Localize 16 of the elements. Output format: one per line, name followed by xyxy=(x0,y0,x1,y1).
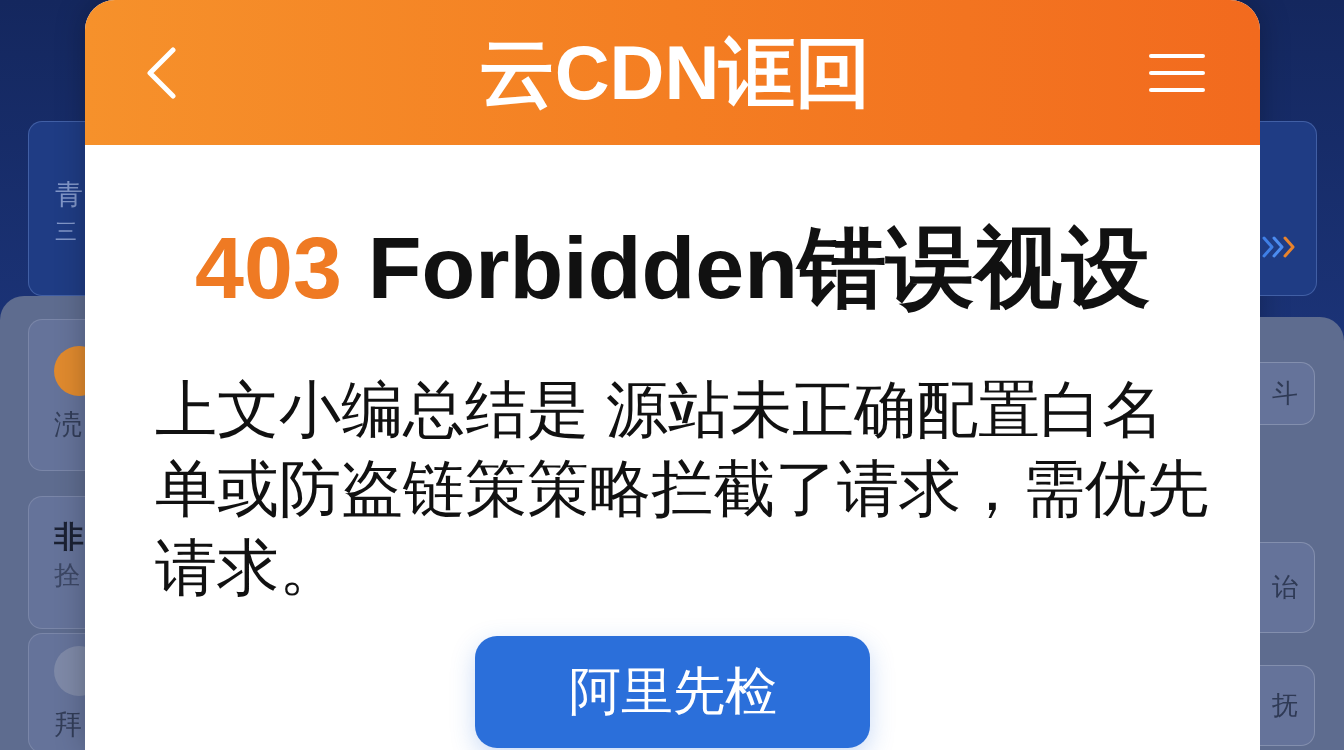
menu-icon[interactable] xyxy=(1149,52,1205,93)
card-label: 拜 xyxy=(54,708,82,742)
chevrons-icon xyxy=(1262,236,1296,258)
back-icon[interactable] xyxy=(145,46,177,99)
card-title: 非 xyxy=(54,519,84,555)
banner-text: 三 xyxy=(55,218,78,246)
card-label: 涜 xyxy=(54,408,82,442)
banner-text: 青 xyxy=(55,178,84,212)
dialog-title: 云CDN诓回 xyxy=(478,34,872,111)
action-button[interactable]: 阿里先检 xyxy=(475,636,870,748)
side-button[interactable]: 诒 xyxy=(1260,542,1315,633)
error-message: 上文小编总结是 源站未正确配置白名单或防盗链策策略拦截了请求，需优先请求。 xyxy=(155,374,1210,604)
side-button[interactable]: 抚 xyxy=(1260,665,1315,746)
error-code: 403 xyxy=(195,217,342,319)
side-button[interactable]: 斗 xyxy=(1260,362,1315,425)
error-title: Forbidden错误视设 xyxy=(367,217,1150,319)
